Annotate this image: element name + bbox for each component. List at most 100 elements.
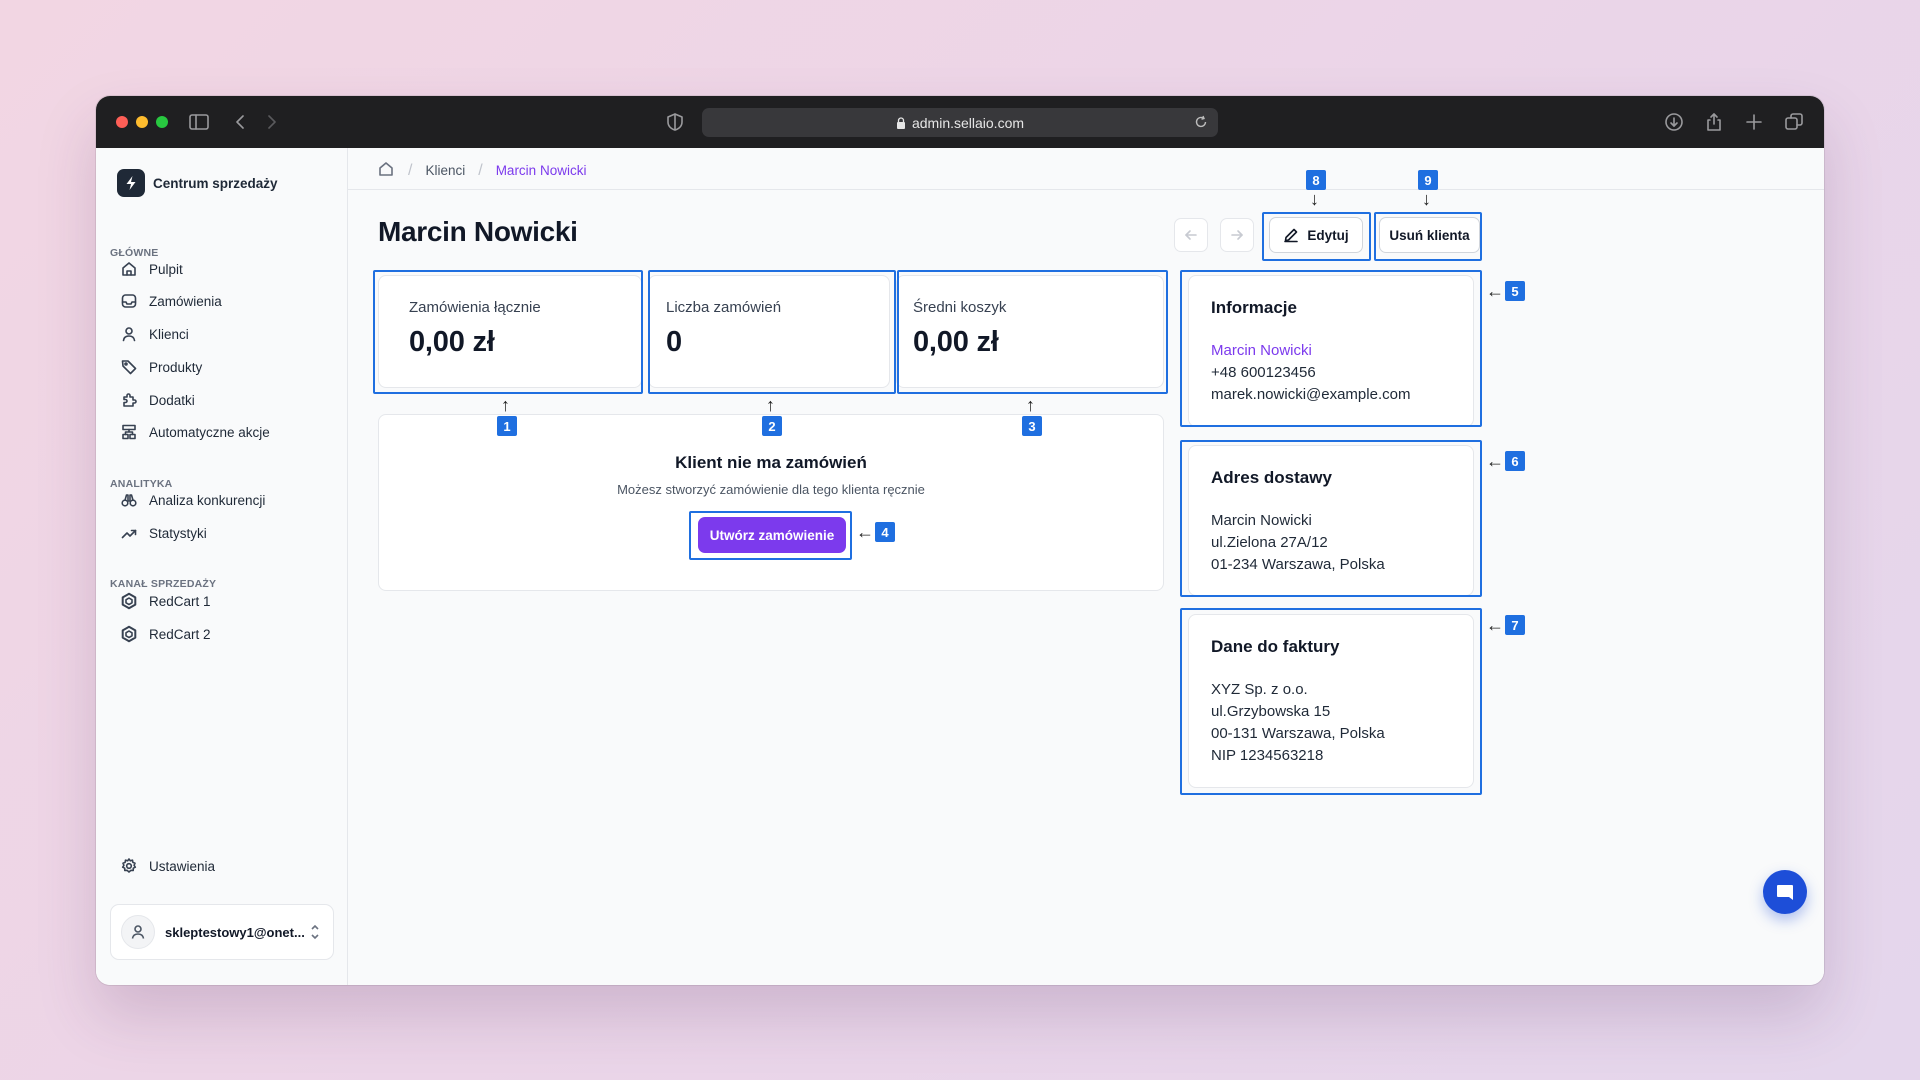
sidebar-item-redcart-2[interactable]: RedCart 2 [110, 619, 334, 649]
privacy-shield-icon[interactable] [664, 111, 686, 133]
arrow-left-icon [1185, 230, 1197, 240]
empty-state-title: Klient nie ma zamówień [675, 453, 867, 472]
next-customer-button[interactable] [1220, 218, 1254, 252]
annotation-arrow-up-icon: ↑ [1026, 395, 1035, 415]
orders-empty-state: Klient nie ma zamówień Możesz stworzyć z… [378, 414, 1164, 591]
browser-window: admin.sellaio.com Centrum sprzedaży GŁÓW… [96, 96, 1824, 985]
sidebar-item-label: Klienci [149, 326, 189, 342]
user-icon [120, 325, 138, 343]
hexagon-icon [120, 625, 138, 643]
arrow-right-icon [1231, 230, 1243, 240]
account-switcher[interactable]: skleptestowy1@onet... [110, 904, 334, 960]
annotation-badge-4: 4 [875, 522, 895, 542]
breadcrumb-separator: / [478, 161, 483, 179]
tabs-overview-icon[interactable] [1783, 111, 1805, 133]
page-title: Marcin Nowicki [378, 216, 578, 247]
forward-icon[interactable] [260, 111, 282, 133]
annotation-badge-8: 8 [1306, 170, 1326, 190]
main-content: / Klienci / Marcin Nowicki Marcin Nowick… [348, 148, 1824, 985]
annotation-box-9 [1374, 212, 1482, 261]
annotation-badge-1: 1 [497, 416, 517, 436]
annotation-badge-5: 5 [1505, 281, 1525, 301]
back-icon[interactable] [230, 111, 252, 133]
breadcrumb: / Klienci / Marcin Nowicki [377, 160, 586, 181]
breadcrumb-item-current[interactable]: Marcin Nowicki [496, 163, 587, 178]
annotation-badge-3: 3 [1022, 416, 1042, 436]
annotation-arrow-left-icon: ← [1486, 615, 1504, 635]
sidebar-item-analiza-konkurencji[interactable]: Analiza konkurencji [110, 485, 334, 515]
window-controls [116, 116, 168, 128]
sidebar-item-dodatki[interactable]: Dodatki [110, 385, 334, 415]
gear-icon [120, 857, 138, 875]
chat-bubble-icon [1777, 885, 1793, 900]
tag-icon [120, 358, 138, 376]
home-icon [120, 260, 138, 278]
breadcrumb-item-klienci[interactable]: Klienci [425, 163, 465, 178]
hexagon-icon [120, 592, 138, 610]
annotation-badge-7: 7 [1505, 615, 1525, 635]
annotation-box-4 [689, 511, 852, 560]
home-icon[interactable] [377, 160, 395, 181]
annotation-box-2 [648, 270, 896, 394]
annotation-box-3 [897, 270, 1168, 394]
sidebar-item-produkty[interactable]: Produkty [110, 352, 334, 382]
annotation-badge-2: 2 [762, 416, 782, 436]
annotation-box-1 [373, 270, 643, 394]
annotation-badge-6: 6 [1505, 451, 1525, 471]
annotation-badge-9: 9 [1418, 170, 1438, 190]
annotation-arrow-left-icon: ← [1486, 451, 1504, 471]
sidebar-item-klienci[interactable]: Klienci [110, 319, 334, 349]
lock-icon [896, 116, 905, 129]
sidebar-item-label: Zamówienia [149, 293, 222, 309]
app-content: Centrum sprzedaży GŁÓWNE Pulpit Zamówien… [96, 148, 1824, 985]
brand[interactable]: Centrum sprzedaży [117, 169, 278, 197]
close-window-button[interactable] [116, 116, 128, 128]
url-text: admin.sellaio.com [911, 114, 1025, 131]
annotation-box-6 [1180, 440, 1482, 597]
brand-name: Centrum sprzedaży [153, 175, 278, 191]
previous-customer-button[interactable] [1174, 218, 1208, 252]
annotation-arrow-down-icon: ↓ [1422, 189, 1431, 209]
new-tab-icon[interactable] [1743, 111, 1765, 133]
annotation-arrow-down-icon: ↓ [1310, 189, 1319, 209]
sidebar-item-label: Automatyczne akcje [149, 424, 270, 440]
address-bar[interactable]: admin.sellaio.com [702, 108, 1218, 137]
sidebar-item-label: RedCart 1 [149, 593, 211, 609]
chevron-up-down-icon [309, 923, 321, 941]
chat-button[interactable] [1763, 870, 1807, 914]
sidebar-item-label: Ustawienia [149, 858, 216, 874]
maximize-window-button[interactable] [156, 116, 168, 128]
sidebar: Centrum sprzedaży GŁÓWNE Pulpit Zamówien… [96, 148, 348, 985]
download-icon[interactable] [1663, 111, 1685, 133]
workflow-icon [120, 423, 138, 441]
breadcrumb-bar: / Klienci / Marcin Nowicki [348, 148, 1824, 190]
annotation-box-7 [1180, 608, 1482, 795]
share-icon[interactable] [1703, 111, 1725, 133]
empty-state-subtitle: Możesz stworzyć zamówienie dla tego klie… [617, 482, 925, 497]
binoculars-icon [120, 491, 138, 509]
minimize-window-button[interactable] [136, 116, 148, 128]
sidebar-item-pulpit[interactable]: Pulpit [110, 254, 334, 284]
breadcrumb-separator: / [408, 161, 413, 179]
sidebar-item-label: Analiza konkurencji [149, 492, 266, 508]
inbox-icon [120, 292, 138, 310]
annotation-arrow-left-icon: ← [856, 522, 874, 542]
user-avatar-icon [131, 925, 145, 939]
puzzle-icon [120, 391, 138, 409]
avatar [121, 915, 155, 949]
sidebar-item-ustawienia[interactable]: Ustawienia [110, 851, 334, 881]
reload-icon[interactable] [1194, 115, 1208, 129]
annotation-arrow-up-icon: ↑ [501, 395, 510, 415]
annotation-box-8 [1262, 212, 1371, 261]
sidebar-toggle-icon[interactable] [188, 111, 210, 133]
sidebar-item-automatyczne-akcje[interactable]: Automatyczne akcje [110, 417, 334, 447]
trend-up-icon [120, 524, 138, 542]
sidebar-item-zamowienia[interactable]: Zamówienia [110, 286, 334, 316]
sidebar-item-label: Dodatki [149, 392, 195, 408]
annotation-box-5 [1180, 270, 1482, 427]
brand-logo-icon [117, 169, 145, 197]
user-email: skleptestowy1@onet... [165, 924, 305, 940]
sidebar-item-statystyki[interactable]: Statystyki [110, 518, 334, 548]
sidebar-item-redcart-1[interactable]: RedCart 1 [110, 586, 334, 616]
sidebar-item-label: Statystyki [149, 525, 207, 541]
